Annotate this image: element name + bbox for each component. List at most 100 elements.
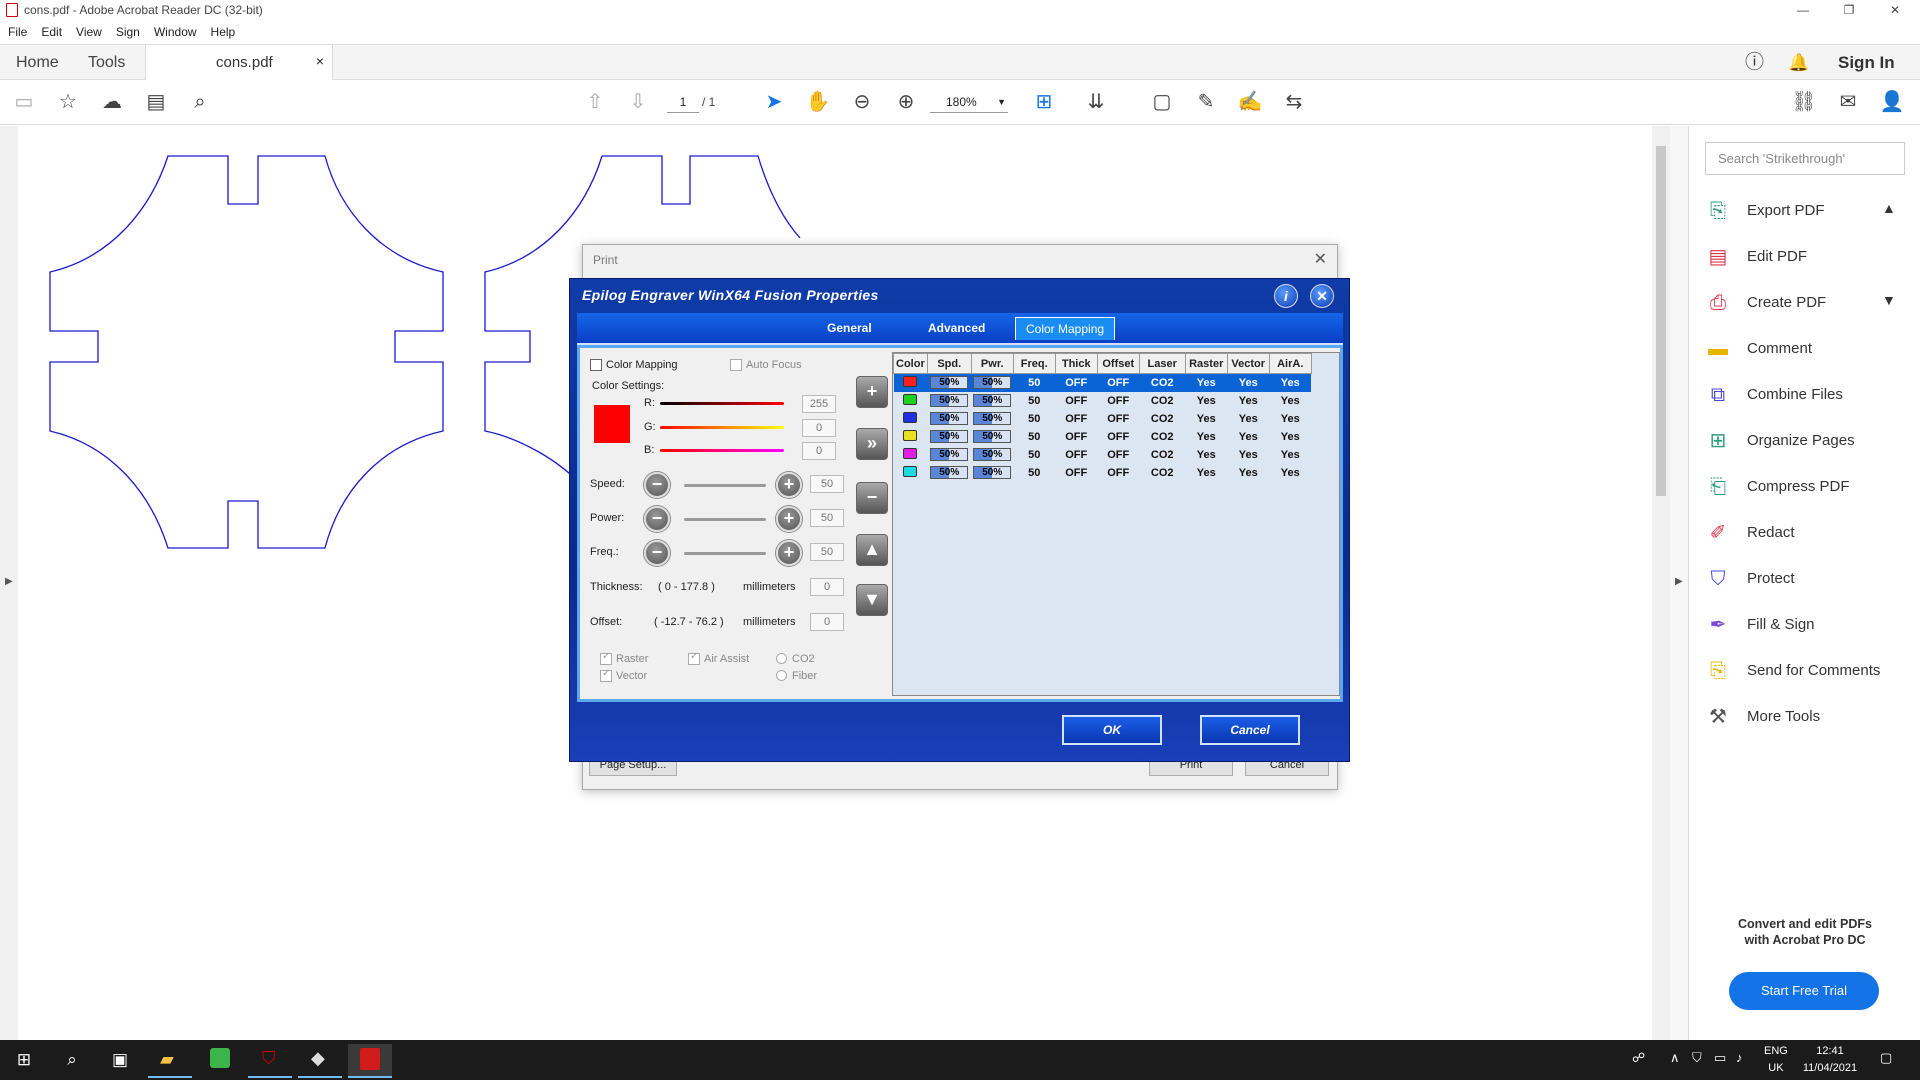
people-icon[interactable]: ☍ xyxy=(1632,1050,1645,1066)
select-cursor-icon[interactable]: ➤ xyxy=(760,88,788,116)
close-icon[interactable]: ✕ xyxy=(1310,284,1334,308)
tool-create-pdf[interactable]: ⎙ Create PDF ▼ xyxy=(1707,289,1917,319)
print-icon[interactable]: ▤ xyxy=(142,88,170,116)
close-window-button[interactable]: ✕ xyxy=(1872,0,1918,22)
bookmark-star-icon[interactable]: ☆ xyxy=(54,88,82,116)
sign-pen-icon[interactable]: ✍ xyxy=(1236,88,1264,116)
menu-file[interactable]: File xyxy=(0,22,33,39)
power-slider[interactable] xyxy=(684,518,766,521)
left-pane-toggle[interactable]: ▶ xyxy=(0,126,18,1040)
link-icon[interactable]: ⛓ xyxy=(1790,88,1818,116)
close-tab-icon[interactable]: × xyxy=(316,53,324,69)
table-row[interactable]: 50% 50% 50 OFF OFF CO2 Yes Yes Yes xyxy=(894,464,1312,482)
table-row[interactable]: 50% 50% 50 OFF OFF CO2 Yes Yes Yes xyxy=(894,392,1312,410)
offset-value-input[interactable]: 0 xyxy=(810,613,844,631)
tab-general[interactable]: General xyxy=(827,321,872,335)
tool-edit-pdf[interactable]: ▤ Edit PDF xyxy=(1707,243,1917,273)
g-value-input[interactable]: 0 xyxy=(802,419,836,437)
help-icon[interactable]: i xyxy=(1274,284,1298,308)
menu-edit[interactable]: Edit xyxy=(33,22,68,39)
vector-checkbox[interactable] xyxy=(600,668,612,682)
menu-window[interactable]: Window xyxy=(146,22,203,39)
thickness-value-input[interactable]: 0 xyxy=(810,578,844,596)
tool-redact[interactable]: ✐ Redact xyxy=(1707,519,1917,549)
table-row[interactable]: 50% 50% 50 OFF OFF CO2 Yes Yes Yes xyxy=(894,410,1312,428)
blue-slider[interactable] xyxy=(660,449,784,452)
power-decrease-button[interactable]: − xyxy=(644,506,670,532)
task-view-icon[interactable]: ▣ xyxy=(108,1048,132,1072)
hand-tool-icon[interactable]: ✋ xyxy=(804,88,832,116)
upload-cloud-icon[interactable]: ☁ xyxy=(98,88,126,116)
ok-button[interactable]: OK xyxy=(1062,715,1162,745)
freq-slider[interactable] xyxy=(684,552,766,555)
chevron-down-icon[interactable]: ▼ xyxy=(1882,292,1896,308)
language-indicator[interactable]: ENG UK xyxy=(1764,1043,1788,1077)
sign-in-button[interactable]: Sign In xyxy=(1838,45,1895,80)
highlight-pen-icon[interactable]: ✎ xyxy=(1192,88,1220,116)
fit-page-icon[interactable]: ⊞ xyxy=(1030,88,1058,116)
freq-decrease-button[interactable]: − xyxy=(644,540,670,566)
color-mapping-table[interactable]: Color Spd. Pwr. Freq. Thick Offset Laser… xyxy=(892,352,1340,696)
tools-search-input[interactable]: Search 'Strikethrough' xyxy=(1705,142,1905,175)
color-mapping-checkbox[interactable] xyxy=(590,359,602,371)
tab-advanced[interactable]: Advanced xyxy=(928,321,985,335)
right-pane-toggle[interactable]: ▶ xyxy=(1670,126,1688,1040)
tab-color-mapping[interactable]: Color Mapping xyxy=(1015,317,1116,340)
header-color[interactable]: Color xyxy=(893,353,928,374)
minimize-button[interactable]: — xyxy=(1780,0,1826,22)
header-offset[interactable]: Offset xyxy=(1096,353,1140,374)
next-page-icon[interactable]: ⇩ xyxy=(624,88,652,116)
zoom-in-icon[interactable]: ⊕ xyxy=(892,88,920,116)
remove-color-button[interactable]: − xyxy=(856,482,888,514)
zoom-level-select[interactable]: 180% ▼ xyxy=(930,91,1008,113)
taskbar-mcafee[interactable]: ⛉ xyxy=(248,1044,292,1078)
table-row[interactable]: 50% 50% 50 OFF OFF CO2 Yes Yes Yes xyxy=(893,373,1312,392)
windows-start-icon[interactable]: ⊞ xyxy=(12,1048,36,1072)
search-zoom-icon[interactable]: ⌕ xyxy=(186,88,214,116)
vertical-scrollbar[interactable] xyxy=(1652,126,1670,1040)
comment-tool-icon[interactable]: ▢ xyxy=(1148,88,1176,116)
volume-icon[interactable]: ♪ xyxy=(1736,1050,1743,1065)
restore-button[interactable]: ❐ xyxy=(1826,0,1872,22)
auto-focus-checkbox[interactable] xyxy=(730,359,742,371)
header-speed[interactable]: Spd. xyxy=(926,353,972,374)
clock[interactable]: 12:41 11/04/2021 xyxy=(1800,1043,1860,1077)
notifications-icon[interactable]: ▢ xyxy=(1880,1050,1892,1066)
table-row[interactable]: 50% 50% 50 OFF OFF CO2 Yes Yes Yes xyxy=(894,428,1312,446)
green-slider[interactable] xyxy=(660,426,784,429)
header-vector[interactable]: Vector xyxy=(1226,353,1270,374)
email-icon[interactable]: ✉ xyxy=(1834,88,1862,116)
tool-protect[interactable]: ⛉ Protect xyxy=(1707,565,1917,595)
header-freq[interactable]: Freq. xyxy=(1012,353,1056,374)
help-icon[interactable]: ⓘ xyxy=(1745,45,1764,80)
scroll-mode-icon[interactable]: ⇊ xyxy=(1082,88,1110,116)
tool-fill-sign[interactable]: ✒ Fill & Sign xyxy=(1707,611,1917,641)
tool-compress-pdf[interactable]: ⎗ Compress PDF xyxy=(1707,473,1917,503)
header-laser[interactable]: Laser xyxy=(1138,353,1186,374)
header-air-assist[interactable]: AirA. xyxy=(1268,353,1312,374)
cancel-button[interactable]: Cancel xyxy=(1200,715,1300,745)
apply-color-button[interactable]: » xyxy=(856,428,888,460)
bell-icon[interactable]: 🔔 xyxy=(1788,45,1809,80)
security-tray-icon[interactable]: ⛉ xyxy=(1692,1050,1702,1066)
air-assist-checkbox[interactable] xyxy=(688,651,700,665)
freq-increase-button[interactable]: + xyxy=(776,540,802,566)
save-icon[interactable]: ▭ xyxy=(10,88,38,116)
add-user-icon[interactable]: 👤 xyxy=(1878,88,1906,116)
tool-send-for-comments[interactable]: ⎘ Send for Comments xyxy=(1707,657,1917,687)
fiber-radio[interactable] xyxy=(776,670,787,681)
scrollbar-thumb[interactable] xyxy=(1656,146,1666,496)
speed-slider[interactable] xyxy=(684,484,766,487)
tool-comment[interactable]: ▬ Comment xyxy=(1707,335,1917,365)
close-icon[interactable]: ✕ xyxy=(1314,249,1327,269)
taskbar-file-explorer[interactable]: ▰ xyxy=(148,1044,192,1078)
menu-view[interactable]: View xyxy=(68,22,108,39)
tab-document[interactable]: cons.pdf × xyxy=(145,45,333,81)
search-icon[interactable]: ⌕ xyxy=(60,1048,84,1072)
zoom-out-icon[interactable]: ⊖ xyxy=(848,88,876,116)
menu-sign[interactable]: Sign xyxy=(108,22,146,39)
red-slider[interactable] xyxy=(660,402,784,405)
network-icon[interactable]: ▭ xyxy=(1714,1050,1726,1066)
header-raster[interactable]: Raster xyxy=(1184,353,1228,374)
menu-help[interactable]: Help xyxy=(203,22,242,39)
